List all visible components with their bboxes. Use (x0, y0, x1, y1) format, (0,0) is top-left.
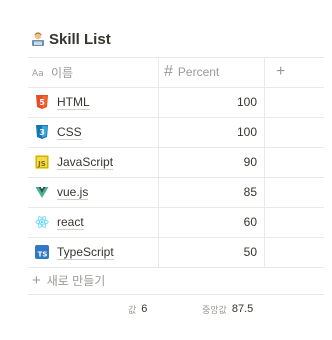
skill-name[interactable]: CSS (57, 125, 82, 140)
typescript-icon: TS (35, 245, 49, 259)
plus-icon: + (32, 271, 41, 289)
css3-icon: 3 (35, 125, 49, 139)
skill-name[interactable]: TypeScript (57, 245, 114, 260)
cell-name[interactable]: vue.js (28, 177, 158, 207)
svg-text:3: 3 (39, 128, 45, 137)
table-row[interactable]: react 60 (28, 207, 324, 237)
svg-text:JS: JS (37, 160, 46, 168)
number-hash-icon: # (164, 63, 173, 80)
cell-percent[interactable]: 60 (158, 207, 264, 237)
html5-icon: 5 (35, 95, 49, 109)
new-row-label: 새로 만들기 (46, 273, 106, 288)
footer-average-label: 중앙값 (202, 304, 227, 315)
cell-name[interactable]: 5 HTML (28, 87, 158, 117)
column-header-name[interactable]: Aa 이름 (28, 57, 158, 87)
cell-percent[interactable]: 85 (158, 177, 264, 207)
add-column-button[interactable]: + (276, 57, 285, 87)
react-icon (35, 215, 49, 229)
cell-name[interactable]: JS JavaScript (28, 147, 158, 177)
footer-count-label: 값 (128, 304, 137, 315)
cell-percent[interactable]: 100 (158, 87, 264, 117)
table-row[interactable]: TS TypeScript 50 (28, 237, 324, 267)
cell-percent[interactable]: 90 (158, 147, 264, 177)
table-row[interactable]: 5 HTML 100 (28, 87, 324, 117)
svg-text:5: 5 (39, 98, 45, 107)
table-row[interactable]: 3 CSS 100 (28, 117, 324, 147)
skill-name[interactable]: react (57, 215, 84, 230)
footer-average[interactable]: 중앙값 87.5 (202, 295, 253, 323)
page-title-row: Skill List (30, 28, 111, 50)
table-footer: 값 6 중앙값 87.5 (28, 295, 324, 323)
javascript-icon: JS (35, 155, 49, 169)
column-header-name-label: 이름 (51, 65, 74, 80)
table-row[interactable]: JS JavaScript 90 (28, 147, 324, 177)
cell-percent[interactable]: 50 (158, 237, 264, 267)
footer-average-value: 87.5 (231, 303, 254, 315)
cell-name[interactable]: TS TypeScript (28, 237, 158, 267)
skill-name[interactable]: JavaScript (57, 155, 114, 170)
plus-icon: + (276, 63, 286, 80)
page-title: Skill List (49, 30, 111, 48)
vue-icon (35, 185, 49, 199)
cell-name[interactable]: react (28, 207, 158, 237)
text-type-icon: Aa (32, 67, 46, 77)
table-header-row: Aa 이름 # Percent + (28, 57, 324, 87)
new-row-button[interactable]: + 새로 만들기 (28, 266, 105, 294)
svg-text:Aa: Aa (32, 69, 44, 77)
footer-count[interactable]: 값 6 (128, 295, 147, 323)
skill-name[interactable]: vue.js (57, 185, 89, 200)
cell-name[interactable]: 3 CSS (28, 117, 158, 147)
skill-name[interactable]: HTML (57, 95, 90, 110)
cell-percent[interactable]: 100 (158, 117, 264, 147)
footer-count-value: 6 (141, 303, 148, 315)
svg-text:TS: TS (38, 251, 48, 259)
table-row[interactable]: vue.js 85 (28, 177, 324, 207)
column-header-percent[interactable]: # Percent (158, 57, 264, 87)
column-header-percent-label: Percent (177, 65, 220, 79)
technologist-icon (30, 31, 46, 47)
